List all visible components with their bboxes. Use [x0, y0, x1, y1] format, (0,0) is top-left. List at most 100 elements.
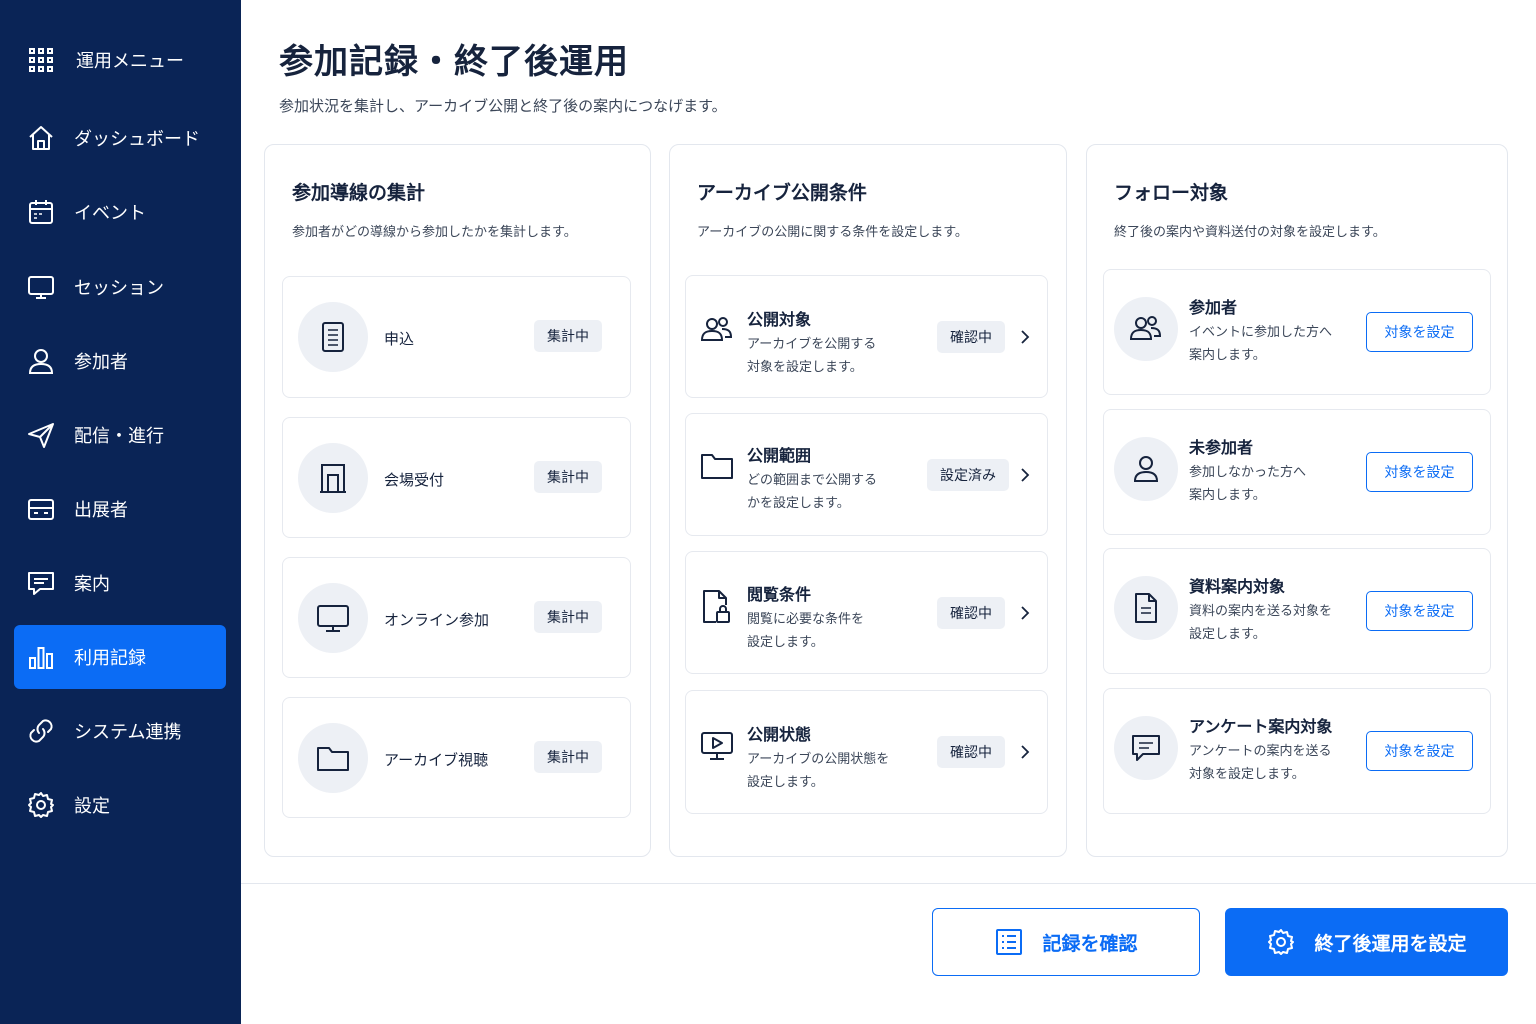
user-icon [28, 349, 54, 374]
message-icon [28, 572, 54, 595]
archive-card-scope[interactable]: 公開範囲 どの範囲まで公開する かを設定します。 設定済み [685, 413, 1048, 536]
channel-label: アーカイブ視聴 [384, 751, 489, 769]
home-icon [29, 126, 53, 150]
page-subtitle: 参加状況を集計し、アーカイブ公開と終了後の案内につなげます。 [279, 97, 727, 115]
set-target-button[interactable]: 対象を設定 [1366, 731, 1473, 771]
panel-desc: アーカイブの公開に関する条件を設定します。 [697, 225, 968, 240]
sidebar-item-sessions[interactable]: セッション [14, 255, 226, 319]
status-badge: 確認中 [937, 736, 1005, 768]
status-badge: 集計中 [534, 320, 602, 352]
archive-card-viewing-conditions[interactable]: 閲覧条件 閲覧に必要な条件を 設定します。 確認中 [685, 551, 1048, 674]
archive-panel: アーカイブ公開条件 アーカイブの公開に関する条件を設定します。 公開対象 アーカ… [669, 144, 1067, 857]
set-target-button[interactable]: 対象を設定 [1366, 312, 1473, 352]
user-icon [1133, 456, 1159, 482]
chat-icon [1132, 735, 1160, 761]
icon-circle [1114, 576, 1178, 640]
gear-icon [28, 792, 54, 818]
sidebar-item-delivery[interactable]: 配信・進行 [14, 403, 226, 467]
view-records-button[interactable]: 記録を確認 [932, 908, 1200, 976]
gear-icon [1268, 929, 1295, 955]
sidebar-item-usage-records[interactable]: 利用記録 [14, 625, 226, 689]
sidebar-item-participants[interactable]: 参加者 [14, 329, 226, 393]
sidebar-item-label: 参加者 [74, 352, 128, 373]
follow-item-desc: アンケートの案内を送る 対象を設定します。 [1189, 744, 1332, 782]
lock-document-icon [703, 590, 730, 623]
status-badge: 集計中 [534, 741, 602, 773]
archive-item-desc: どの範囲まで公開する かを設定します。 [747, 473, 878, 511]
sidebar-item-integrations[interactable]: システム連携 [14, 699, 226, 763]
status-badge: 確認中 [937, 321, 1005, 353]
sidebar-item-label: 出展者 [74, 500, 128, 521]
archive-item-title: 公開対象 [747, 310, 812, 329]
follow-item-desc: イベントに参加した方へ 案内します。 [1189, 325, 1333, 363]
archive-item-desc: アーカイブの公開状態を 設定します。 [747, 752, 890, 790]
follow-item-title: アンケート案内対象 [1189, 717, 1333, 736]
archive-card-status[interactable]: 公開状態 アーカイブの公開状態を 設定します。 確認中 [685, 690, 1048, 814]
configure-post-event-button[interactable]: 終了後運用を設定 [1225, 908, 1508, 976]
channel-card-archive[interactable]: アーカイブ視聴 集計中 [282, 697, 631, 818]
archive-item-title: 閲覧条件 [747, 585, 812, 604]
bar-chart-icon [29, 647, 53, 669]
icon-circle [298, 302, 368, 372]
sidebar-item-label: システム連携 [74, 722, 182, 743]
chevron-right-icon [1021, 330, 1030, 344]
channel-label: オンライン参加 [384, 611, 490, 629]
sidebar-item-events[interactable]: イベント [14, 180, 226, 244]
document-icon [322, 322, 344, 352]
sidebar-item-label: セッション [74, 278, 164, 299]
monitor-icon [317, 605, 349, 632]
page-title: 参加記録・終了後運用 [279, 42, 629, 82]
follow-item-title: 未参加者 [1189, 438, 1254, 457]
channel-card-venue[interactable]: 会場受付 集計中 [282, 417, 631, 538]
users-icon [700, 317, 733, 341]
panel-desc: 参加者がどの導線から参加したかを集計します。 [292, 225, 577, 240]
folder-icon [317, 747, 349, 771]
archive-item-desc: アーカイブを公開する 対象を設定します。 [747, 337, 877, 375]
panel-title: 参加導線の集計 [292, 182, 426, 204]
set-target-button[interactable]: 対象を設定 [1366, 452, 1473, 492]
chevron-right-icon [1021, 468, 1030, 482]
panel-title: アーカイブ公開条件 [697, 182, 867, 204]
follow-item-desc: 参加しなかった方へ 案内します。 [1189, 465, 1307, 503]
monitor-icon [28, 276, 54, 299]
set-target-button[interactable]: 対象を設定 [1366, 591, 1473, 631]
grid-icon [29, 48, 53, 72]
sidebar-item-label: イベント [74, 203, 146, 224]
status-badge: 集計中 [534, 461, 602, 493]
sidebar-item-guidance[interactable]: 案内 [14, 551, 226, 615]
icon-circle [1114, 297, 1178, 361]
archive-card-target[interactable]: 公開対象 アーカイブを公開する 対象を設定します。 確認中 [685, 275, 1048, 398]
follow-item-desc: 資料の案内を送る対象を 設定します。 [1189, 604, 1333, 642]
chevron-right-icon [1021, 745, 1030, 759]
users-icon [1129, 316, 1162, 340]
sidebar-item-exhibitors[interactable]: 出展者 [14, 477, 226, 541]
sidebar-header: 運用メニュー [26, 44, 184, 76]
archive-item-title: 公開範囲 [747, 446, 812, 465]
channel-label: 申込 [384, 330, 415, 348]
sidebar-item-dashboard[interactable]: ダッシュボード [14, 106, 226, 170]
sidebar-item-label: ダッシュボード [74, 129, 200, 150]
status-badge: 確認中 [937, 597, 1005, 629]
chevron-right-icon [1021, 606, 1030, 620]
link-icon [29, 719, 53, 743]
channel-card-application[interactable]: 申込 集計中 [282, 276, 631, 398]
follow-card-non-participants: 未参加者 参加しなかった方へ 案内します。 対象を設定 [1103, 409, 1491, 535]
follow-card-participants: 参加者 イベントに参加した方へ 案内します。 対象を設定 [1103, 269, 1491, 395]
status-badge: 設定済み [927, 459, 1009, 491]
view-records-label: 記録を確認 [1042, 932, 1138, 955]
list-document-icon [996, 929, 1023, 955]
play-monitor-icon [701, 732, 733, 760]
icon-circle [298, 723, 368, 793]
follow-item-title: 参加者 [1189, 298, 1238, 317]
follow-panel: フォロー対象 終了後の案内や資料送付の対象を設定します。 参加者 イベントに参加… [1086, 144, 1508, 857]
building-icon [320, 464, 346, 493]
icon-circle [298, 443, 368, 513]
follow-item-title: 資料案内対象 [1189, 577, 1286, 596]
status-badge: 集計中 [534, 601, 602, 633]
sidebar-item-settings[interactable]: 設定 [14, 773, 226, 837]
channel-card-online[interactable]: オンライン参加 集計中 [282, 557, 631, 678]
archive-item-title: 公開状態 [747, 725, 812, 744]
send-icon [28, 423, 54, 448]
panel-title: フォロー対象 [1114, 182, 1229, 204]
icon-circle [1114, 437, 1178, 501]
